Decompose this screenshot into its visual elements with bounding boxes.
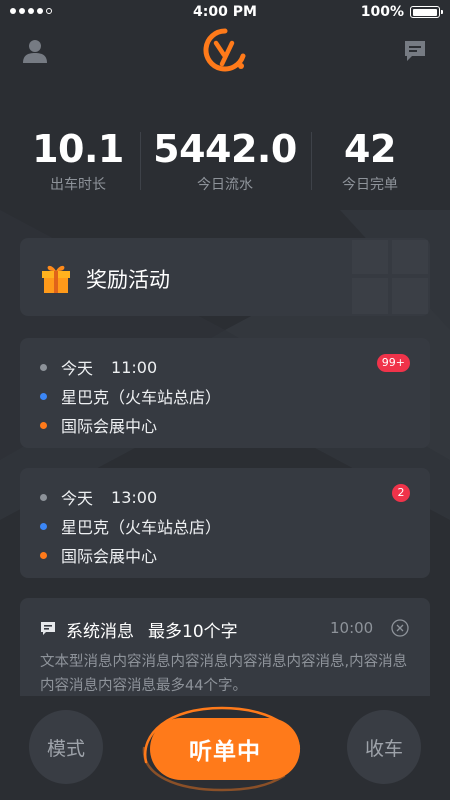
order-time: 11:00: [111, 357, 158, 377]
unread-badge: 2: [392, 484, 410, 502]
order-card[interactable]: 今天 11:00 星巴克（火车站总店） 国际会展中心 99+: [20, 338, 430, 448]
time-dot: [40, 493, 47, 501]
y-logo-icon: [203, 28, 247, 74]
gift-icon: [42, 265, 70, 293]
order-card[interactable]: 今天 13:00 星巴克（火车站总店） 国际会展中心 2: [20, 468, 430, 578]
stat-label: 今日完单: [342, 177, 398, 193]
pickup-dot: [40, 522, 47, 530]
time-dot: [40, 363, 47, 371]
message-title: 系统消息: [66, 622, 134, 642]
pickup-dot: [40, 392, 47, 400]
stat-value: 5442.0: [153, 127, 297, 171]
order-time-row: 今天 11:00: [40, 355, 157, 379]
order-day: 今天: [61, 489, 94, 508]
stat-label: 出车时长: [50, 177, 106, 193]
stat-value: 42: [344, 127, 396, 171]
battery-percentage: 100%: [360, 4, 404, 20]
message-body: 文本型消息内容消息内容消息内容消息内容消息,内容消息内容消息内容消息最多44个字…: [40, 654, 408, 694]
close-icon[interactable]: [391, 619, 409, 637]
reward-activity-card[interactable]: 奖励活动: [20, 238, 430, 316]
order-from: 星巴克（火车站总店）: [61, 518, 222, 537]
order-to-row: 国际会展中心: [40, 543, 157, 567]
dropoff-dot: [40, 421, 47, 429]
bottom-bar: 模式 听单中 收车: [0, 696, 450, 800]
unread-badge: 99+: [376, 354, 410, 372]
battery-fill: [412, 8, 437, 16]
stat-label: 今日流水: [197, 177, 253, 193]
mode-button[interactable]: 模式: [29, 710, 103, 784]
stat-driving-hours: 10.1 出车时长: [28, 126, 128, 194]
order-to: 国际会展中心: [61, 547, 158, 566]
person-icon[interactable]: [20, 36, 50, 66]
stat-today-revenue: 5442.0 今日流水: [150, 126, 300, 194]
stat-today-orders: 42 今日完单: [320, 126, 420, 194]
order-to: 国际会展中心: [61, 417, 158, 436]
listen-orders-button[interactable]: 听单中: [150, 718, 300, 780]
message-subtitle: 最多10个字: [148, 622, 238, 642]
order-day: 今天: [61, 359, 94, 378]
order-from: 星巴克（火车站总店）: [61, 388, 222, 407]
stat-divider: [311, 132, 312, 190]
stop-driving-button[interactable]: 收车: [347, 710, 421, 784]
stat-value: 10.1: [32, 127, 124, 171]
dropoff-dot: [40, 551, 47, 559]
order-to-row: 国际会展中心: [40, 413, 157, 437]
reward-decoration: [352, 240, 428, 314]
stat-divider: [140, 132, 141, 190]
message-time: 10:00: [330, 619, 374, 637]
listen-button-wrapper: 听单中: [138, 704, 306, 792]
chat-icon: [41, 622, 55, 635]
status-bar: 4:00 PM 100%: [0, 0, 450, 24]
order-from-row: 星巴克（火车站总店）: [40, 514, 221, 538]
reward-title: 奖励活动: [86, 268, 170, 292]
order-time-row: 今天 13:00: [40, 485, 157, 509]
message-title-row: 系统消息 最多10个字: [66, 617, 238, 642]
message-icon[interactable]: [400, 36, 430, 66]
battery-icon: [410, 6, 443, 18]
order-time: 13:00: [111, 487, 158, 507]
order-from-row: 星巴克（火车站总店）: [40, 384, 221, 408]
stats-row: 10.1 出车时长 5442.0 今日流水 42 今日完单: [0, 126, 450, 196]
